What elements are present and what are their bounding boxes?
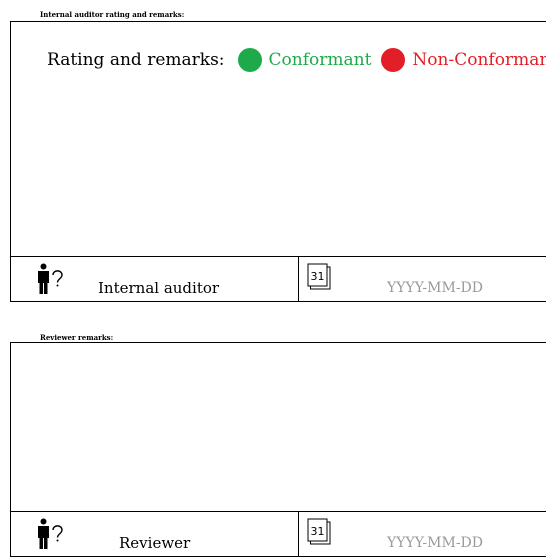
internal-auditor-signature-row: Internal auditor 31 YYYY-MM-DD — [11, 256, 546, 301]
internal-auditor-label: Internal auditor — [98, 279, 220, 297]
footer-divider — [298, 512, 299, 556]
footer-divider — [298, 257, 299, 301]
reviewer-date-field[interactable]: YYYY-MM-DD — [387, 535, 483, 551]
rating-label: Rating and remarks: — [47, 50, 225, 70]
conformant-label[interactable]: Conformant — [269, 50, 372, 70]
non-conformant-label[interactable]: Non-Conformant — [412, 50, 546, 70]
non-conformant-radio[interactable] — [381, 48, 406, 72]
internal-auditor-remarks-box[interactable]: Rating and remarks: Conformant Non-Confo… — [10, 21, 546, 302]
reviewer-label: Reviewer — [119, 534, 191, 552]
reviewer-remarks-box[interactable]: Reviewer 31 YYYY-MM-DD — [10, 342, 546, 557]
internal-auditor-date-field[interactable]: YYYY-MM-DD — [387, 280, 483, 296]
calendar-day-number: 31 — [311, 270, 325, 283]
rating-row: Rating and remarks: Conformant Non-Confo… — [47, 46, 546, 74]
calendar-icon[interactable]: 31 — [307, 518, 331, 546]
reviewer-signature-row: Reviewer 31 YYYY-MM-DD — [11, 511, 546, 556]
calendar-icon[interactable]: 31 — [307, 263, 331, 291]
person-question-icon — [38, 518, 63, 549]
calendar-day-number: 31 — [311, 525, 325, 538]
conformant-radio[interactable] — [237, 48, 262, 72]
reviewer-section-heading: Reviewer remarks: — [40, 333, 114, 342]
person-question-icon — [38, 263, 63, 294]
internal-auditor-section-heading: Internal auditor rating and remarks: — [40, 10, 185, 19]
